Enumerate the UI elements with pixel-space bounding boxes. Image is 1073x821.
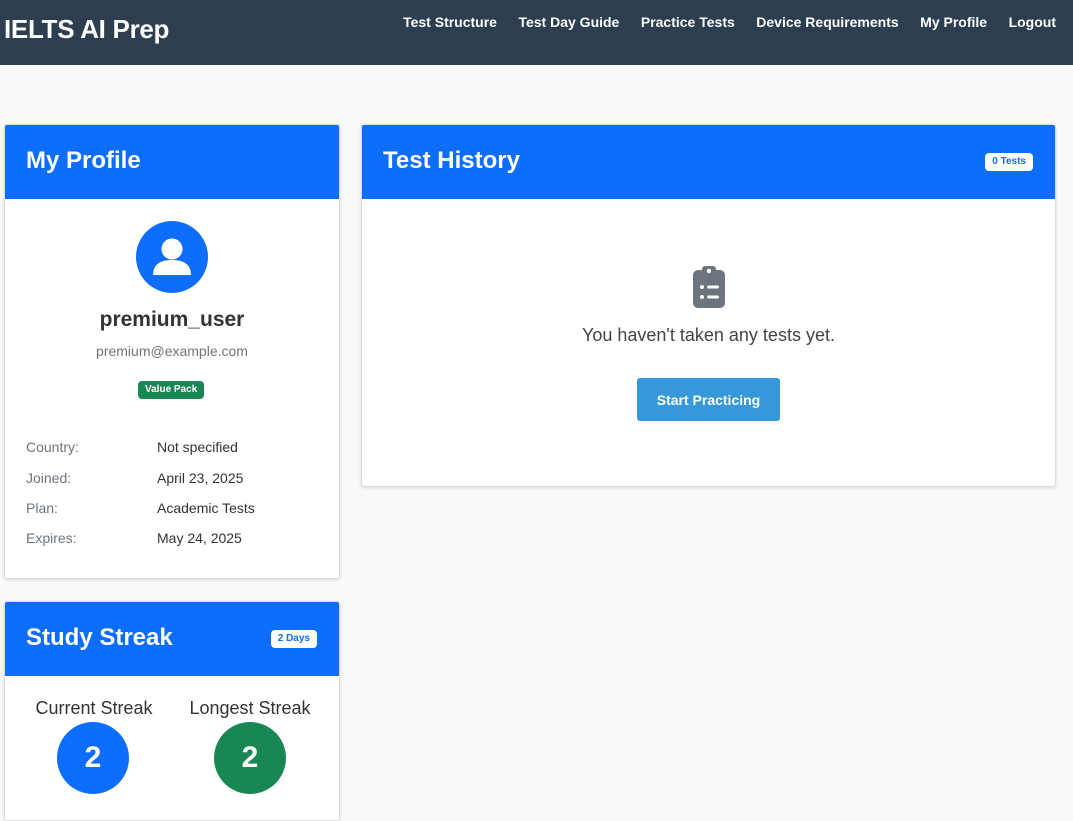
nav-link-test-structure[interactable]: Test Structure (382, 13, 497, 31)
detail-label: Expires: (26, 530, 77, 546)
test-history-title: Test History (383, 147, 520, 174)
current-streak-label: Current Streak (35, 698, 153, 718)
current-streak-column: Current Streak (14, 698, 174, 719)
profile-card-title: My Profile (26, 147, 141, 174)
profile-card-header: My Profile (5, 125, 339, 199)
detail-label: Plan: (26, 500, 58, 516)
empty-history-message: You haven't taken any tests yet. (582, 325, 835, 345)
detail-value: Not specified (157, 439, 238, 455)
study-streak-header: Study Streak 2 Days (5, 602, 339, 676)
plan-badge: Value Pack (138, 381, 205, 399)
detail-value: May 24, 2025 (157, 530, 242, 546)
clipboard-list-icon (693, 266, 725, 308)
longest-streak-column: Longest Streak (170, 698, 330, 719)
detail-label: Country: (26, 439, 79, 455)
longest-streak-label: Longest Streak (189, 698, 311, 718)
detail-label: Joined: (26, 470, 72, 486)
nav-link-device-requirements[interactable]: Device Requirements (735, 13, 898, 31)
nav-link-logout[interactable]: Logout (987, 13, 1056, 31)
nav-link-my-profile[interactable]: My Profile (899, 13, 987, 31)
start-practicing-button[interactable]: Start Practicing (637, 378, 780, 421)
detail-value: April 23, 2025 (157, 470, 244, 486)
tests-count-badge: 0 Tests (985, 153, 1033, 171)
test-history-header: Test History 0 Tests (362, 125, 1055, 199)
longest-streak-value: 2 (214, 722, 286, 794)
user-avatar-icon (136, 221, 208, 293)
detail-value: Academic Tests (157, 500, 255, 516)
study-streak-title: Study Streak (26, 624, 173, 651)
profile-username: premium_user (99, 308, 245, 331)
profile-email: premium@example.com (96, 343, 248, 359)
top-navbar: IELTS AI Prep Test Structure Test Day Gu… (0, 0, 1073, 65)
test-history-card: Test History 0 Tests You haven't taken a… (361, 124, 1056, 487)
streak-days-badge: 2 Days (270, 630, 317, 648)
nav-link-practice-tests[interactable]: Practice Tests (619, 13, 735, 31)
current-streak-value: 2 (57, 722, 129, 794)
nav-links: Test Structure Test Day Guide Practice T… (382, 13, 1056, 31)
profile-card: My Profile premium_user premium@example.… (4, 124, 340, 579)
study-streak-card: Study Streak 2 Days Current Streak 2 Lon… (4, 601, 340, 821)
nav-link-test-day-guide[interactable]: Test Day Guide (497, 13, 619, 31)
brand-logo[interactable]: IELTS AI Prep (4, 14, 169, 45)
